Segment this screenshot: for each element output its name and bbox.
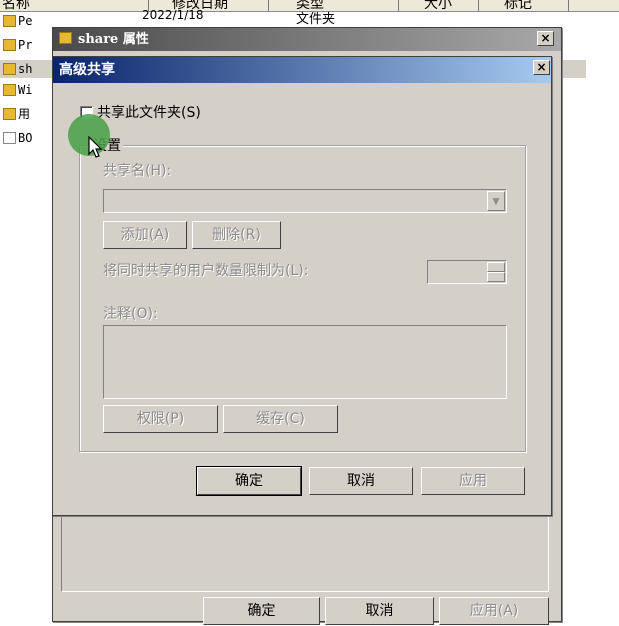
caching-button[interactable]: 缓存(C) [223, 405, 338, 433]
properties-apply-button[interactable]: 应用(A) [439, 597, 549, 625]
file-row[interactable]: Wi [3, 81, 53, 99]
column-separator[interactable] [268, 0, 269, 11]
permissions-button[interactable]: 权限(P) [103, 405, 218, 433]
close-icon[interactable]: × [533, 60, 550, 75]
share-folder-label[interactable]: 共享此文件夹(S) [97, 102, 201, 122]
advanced-sharing-titlebar[interactable]: 高级共享 [53, 57, 551, 83]
column-separator[interactable] [568, 0, 569, 11]
column-header-tags[interactable]: 标记 [504, 0, 532, 11]
folder-icon [3, 63, 16, 75]
column-header-name[interactable]: 名称 [2, 0, 30, 11]
file-type: 文件夹 [296, 12, 336, 27]
advanced-cancel-button[interactable]: 取消 [309, 467, 413, 495]
folder-icon [3, 108, 16, 120]
user-limit-label: 将同时共享的用户数量限制为(L): [103, 263, 309, 279]
properties-titlebar[interactable]: share 属性 [53, 28, 561, 51]
folder-icon [3, 84, 16, 96]
file-name: Pe [18, 14, 33, 28]
advanced-sharing-title: 高级共享 [59, 62, 115, 78]
folder-icon [3, 15, 16, 27]
file-name: BO [18, 131, 33, 145]
file-name: Wi [18, 83, 33, 97]
user-limit-spinner[interactable] [427, 260, 507, 284]
comment-label: 注释(O): [103, 306, 158, 322]
folder-icon [3, 39, 16, 51]
file-name: Pr [18, 38, 33, 52]
remove-button[interactable]: 删除(R) [192, 221, 281, 249]
add-button[interactable]: 添加(A) [103, 221, 187, 249]
file-row[interactable]: BO [3, 129, 53, 147]
file-row[interactable]: Pr [3, 36, 53, 54]
properties-title: share 属性 [78, 32, 149, 47]
column-separator[interactable] [478, 0, 479, 11]
close-icon[interactable]: × [537, 31, 554, 46]
chevron-down-icon[interactable]: ▼ [487, 191, 505, 211]
folder-icon [59, 32, 72, 44]
mouse-pointer-icon [88, 136, 103, 158]
column-header-size[interactable]: 大小 [424, 0, 452, 11]
advanced-sharing-dialog: 高级共享 × 共享此文件夹(S) 设置 共享名(H): ▼ 添加(A) 删除(R… [52, 56, 552, 516]
properties-cancel-button[interactable]: 取消 [325, 597, 434, 625]
properties-ok-button[interactable]: 确定 [203, 597, 320, 625]
spin-up-icon[interactable] [487, 262, 505, 272]
share-name-combobox[interactable]: ▼ [103, 189, 507, 213]
share-name-label: 共享名(H): [103, 163, 172, 179]
file-name: sh [18, 62, 33, 76]
document-icon [3, 132, 16, 144]
column-separator[interactable] [398, 0, 399, 11]
file-row[interactable]: 用 [3, 105, 53, 123]
comment-textarea[interactable] [103, 325, 507, 399]
spin-down-icon[interactable] [487, 272, 505, 282]
file-row[interactable]: Pe [3, 12, 53, 30]
advanced-apply-button[interactable]: 应用 [421, 467, 525, 495]
file-name: 用 [18, 107, 31, 121]
file-date: 2022/1/18 [142, 8, 204, 22]
advanced-ok-button[interactable]: 确定 [196, 466, 302, 496]
